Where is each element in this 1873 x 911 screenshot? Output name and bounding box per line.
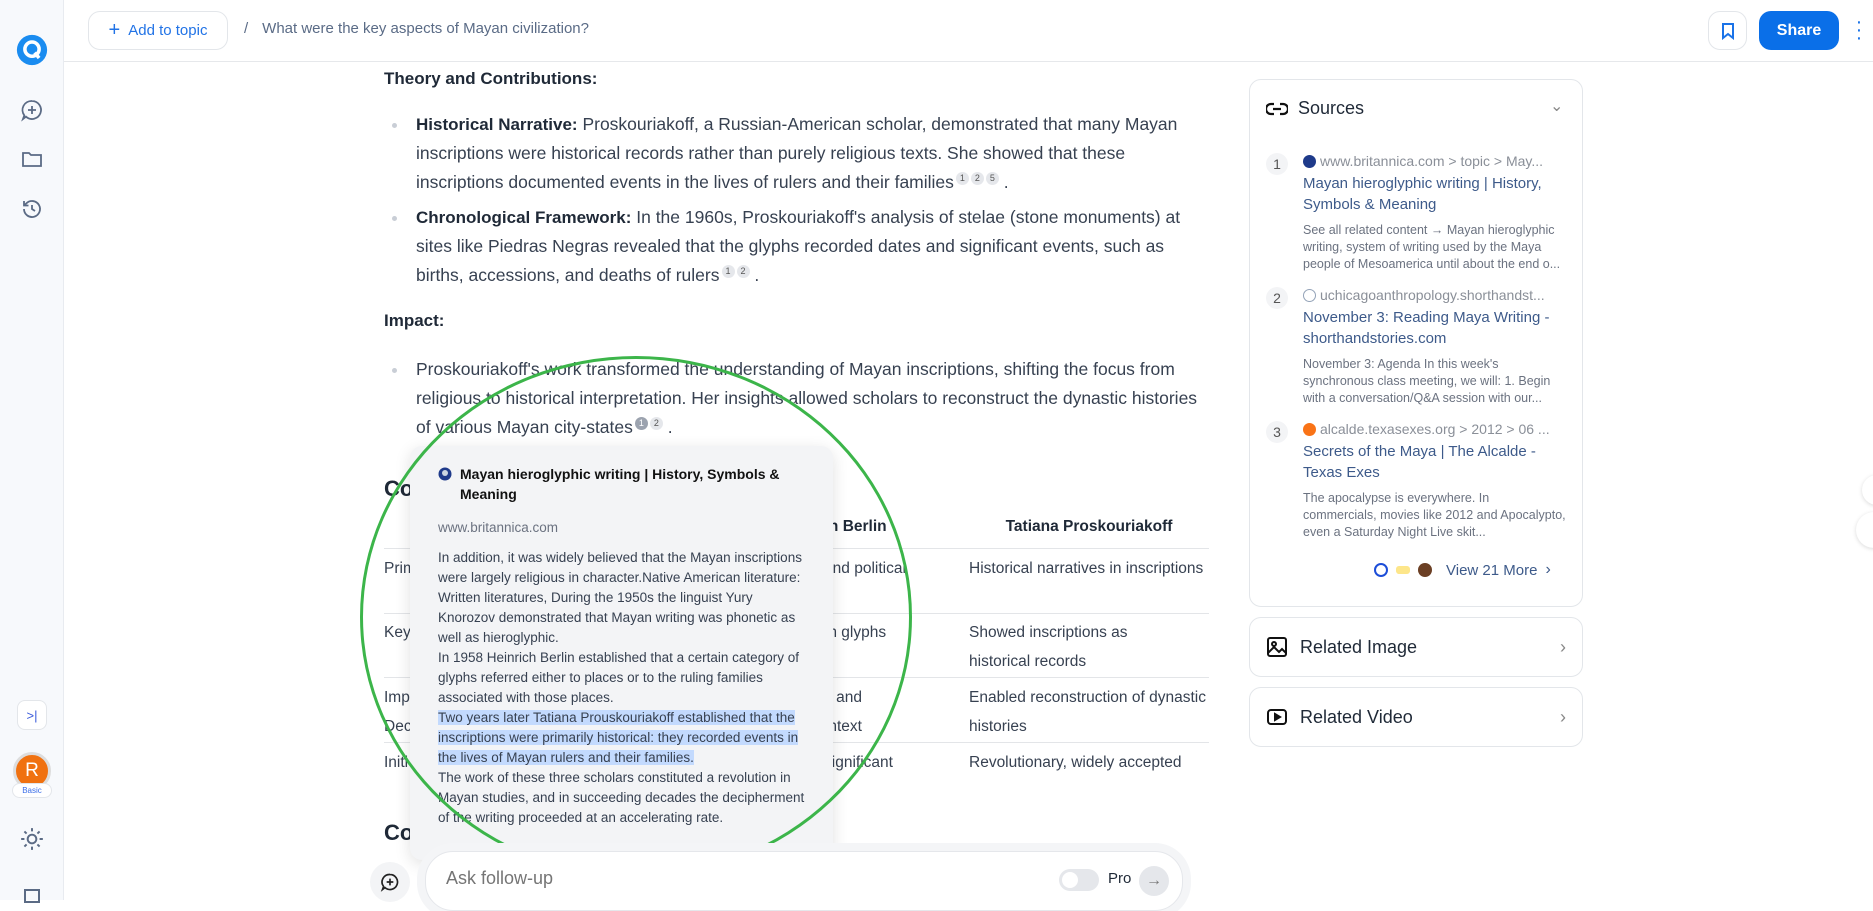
expand-sidebar-button[interactable]: >|: [17, 700, 47, 730]
source-description: The apocalypse is everywhere. In commerc…: [1303, 491, 1566, 539]
theme-sun-icon[interactable]: [16, 823, 48, 855]
related-video-label: Related Video: [1300, 706, 1413, 727]
popover-excerpt-highlight: Two years later Tatiana Prouskouriakoff …: [438, 710, 799, 765]
table-cell: Enabled reconstruction of dynastic histo…: [969, 689, 1206, 735]
popover-excerpt-before: In addition, it was widely believed that…: [438, 550, 802, 705]
view-more-label: View 21 More: [1446, 561, 1538, 579]
related-image-panel[interactable]: Related Image ›: [1249, 617, 1583, 677]
source-title[interactable]: Secrets of the Maya | The Alcalde - Texa…: [1303, 441, 1566, 483]
source-favicon-icon: [1396, 566, 1410, 574]
view-more-sources[interactable]: View 21 More ›: [1374, 561, 1551, 579]
table-cell: Key: [384, 624, 411, 641]
globe-icon: [1303, 289, 1316, 302]
chevron-right-icon: ›: [1560, 636, 1566, 657]
table-cell: Initi: [384, 754, 409, 771]
table-cell: Revolutionary, widely accepted: [969, 754, 1182, 771]
sources-panel: Sources ⌄ 1 www.britannica.com > topic >…: [1249, 79, 1583, 607]
citation-badge[interactable]: 1: [721, 265, 735, 279]
section-heading-theory: Theory and Contributions:: [384, 69, 598, 88]
citation-badge[interactable]: 1: [955, 172, 969, 186]
sources-header[interactable]: Sources: [1266, 98, 1364, 119]
bullet-historical-narrative: Historical Narrative: Proskouriakoff, a …: [392, 110, 1212, 197]
source-domain: www.britannica.com > topic > May...: [1320, 153, 1544, 169]
plan-badge: Basic: [12, 783, 52, 798]
source-description: See all related content → Mayan hierogly…: [1303, 223, 1561, 271]
chevron-down-icon[interactable]: ⌄: [1550, 96, 1563, 116]
floating-button[interactable]: [1862, 475, 1873, 505]
related-video-panel[interactable]: Related Video ›: [1249, 687, 1583, 747]
floating-button[interactable]: [1856, 512, 1873, 548]
pro-label: Pro: [1108, 870, 1132, 887]
popover-domain[interactable]: www.britannica.com: [438, 518, 805, 538]
source-domain: uchicagoanthropology.shorthandst...: [1320, 287, 1545, 303]
table-cell: Showed inscriptions as historical record…: [969, 624, 1128, 670]
follow-up-input[interactable]: [446, 868, 946, 889]
link-icon: [1266, 102, 1288, 115]
bookmark-button[interactable]: [1708, 11, 1747, 50]
chevron-right-icon: ›: [1545, 561, 1551, 578]
image-icon: [1267, 637, 1287, 657]
new-thread-icon[interactable]: [16, 94, 48, 126]
new-thread-button[interactable]: [370, 862, 410, 902]
source-domain: alcalde.texasexes.org > 2012 > 06 ...: [1320, 421, 1550, 437]
top-bar: + Add to topic / What were the key aspect…: [64, 0, 1873, 62]
comparison-heading: Co: [384, 476, 414, 501]
source-item[interactable]: 1 www.britannica.com > topic > May... Ma…: [1266, 153, 1566, 273]
source-title[interactable]: Mayan hieroglyphic writing | History, Sy…: [1303, 173, 1566, 215]
source-title[interactable]: November 3: Reading Maya Writing - short…: [1303, 307, 1566, 349]
chevron-right-icon: ›: [1560, 706, 1566, 727]
citation-popover: Mayan hieroglyphic writing | History, Sy…: [410, 446, 833, 860]
related-image-label: Related Image: [1300, 636, 1418, 657]
table-cell: Historical narratives in inscriptions: [969, 560, 1204, 577]
citation-badge[interactable]: 1: [634, 417, 648, 431]
bookmark-icon: [1721, 22, 1734, 40]
submit-arrow-button[interactable]: →: [1139, 866, 1169, 896]
bullet-label: Chronological Framework:: [416, 208, 632, 227]
bullet-chronological-framework: Chronological Framework: In the 1960s, P…: [392, 203, 1212, 290]
popover-excerpt-after: The work of these three scholars constit…: [438, 770, 805, 825]
source-favicon-icon: [1418, 563, 1432, 577]
breadcrumb-separator: /: [244, 20, 249, 37]
bullet-text: Proskouriakoff's work transformed the un…: [416, 359, 1198, 437]
citation-badge[interactable]: 5: [985, 172, 999, 186]
add-to-topic-button[interactable]: + Add to topic: [88, 11, 228, 50]
sources-title: Sources: [1298, 98, 1365, 118]
bullet-impact: Proskouriakoff's work transformed the un…: [392, 355, 1212, 442]
logo-icon[interactable]: [16, 34, 48, 66]
plus-icon: +: [108, 19, 121, 41]
folder-icon[interactable]: [16, 143, 48, 175]
share-button[interactable]: Share: [1759, 11, 1839, 50]
citation-badge[interactable]: 2: [970, 172, 984, 186]
source-item[interactable]: 3 alcalde.texasexes.org > 2012 > 06 ... …: [1266, 421, 1566, 541]
add-to-topic-label: Add to topic: [128, 22, 208, 39]
sidebar: >| R Basic: [0, 0, 64, 903]
source-number: 1: [1266, 153, 1288, 175]
popover-title[interactable]: Mayan hieroglyphic writing | History, Sy…: [460, 464, 805, 504]
more-options-icon[interactable]: · · ·: [1854, 12, 1864, 48]
table-header: Tatiana Proskouriakoff: [1005, 518, 1173, 535]
history-icon[interactable]: [16, 193, 48, 225]
britannica-favicon-icon: [1303, 155, 1316, 168]
bookmark-outline-icon[interactable]: [24, 889, 40, 903]
source-item[interactable]: 2 uchicagoanthropology.shorthandst... No…: [1266, 287, 1566, 407]
britannica-favicon-icon: [438, 467, 452, 481]
citation-badge[interactable]: 2: [736, 265, 750, 279]
new-thread-icon: [380, 873, 399, 892]
follow-up-box: Pro →: [425, 851, 1183, 911]
bullet-label: Historical Narrative:: [416, 115, 578, 134]
source-favicon-icon: [1374, 563, 1388, 577]
video-icon: [1267, 709, 1287, 725]
source-number: 3: [1266, 421, 1288, 443]
breadcrumb: / What were the key aspects of Mayan civi…: [244, 20, 589, 37]
texasexes-favicon-icon: [1303, 423, 1316, 436]
citation-badge[interactable]: 2: [649, 417, 663, 431]
source-number: 2: [1266, 287, 1288, 309]
breadcrumb-title[interactable]: What were the key aspects of Mayan civil…: [262, 20, 589, 37]
conclusion-heading: Co: [384, 820, 414, 845]
pro-toggle[interactable]: [1059, 869, 1099, 891]
source-description: November 3: Agenda In this week's synchr…: [1303, 357, 1551, 405]
section-heading-impact: Impact:: [384, 311, 445, 330]
